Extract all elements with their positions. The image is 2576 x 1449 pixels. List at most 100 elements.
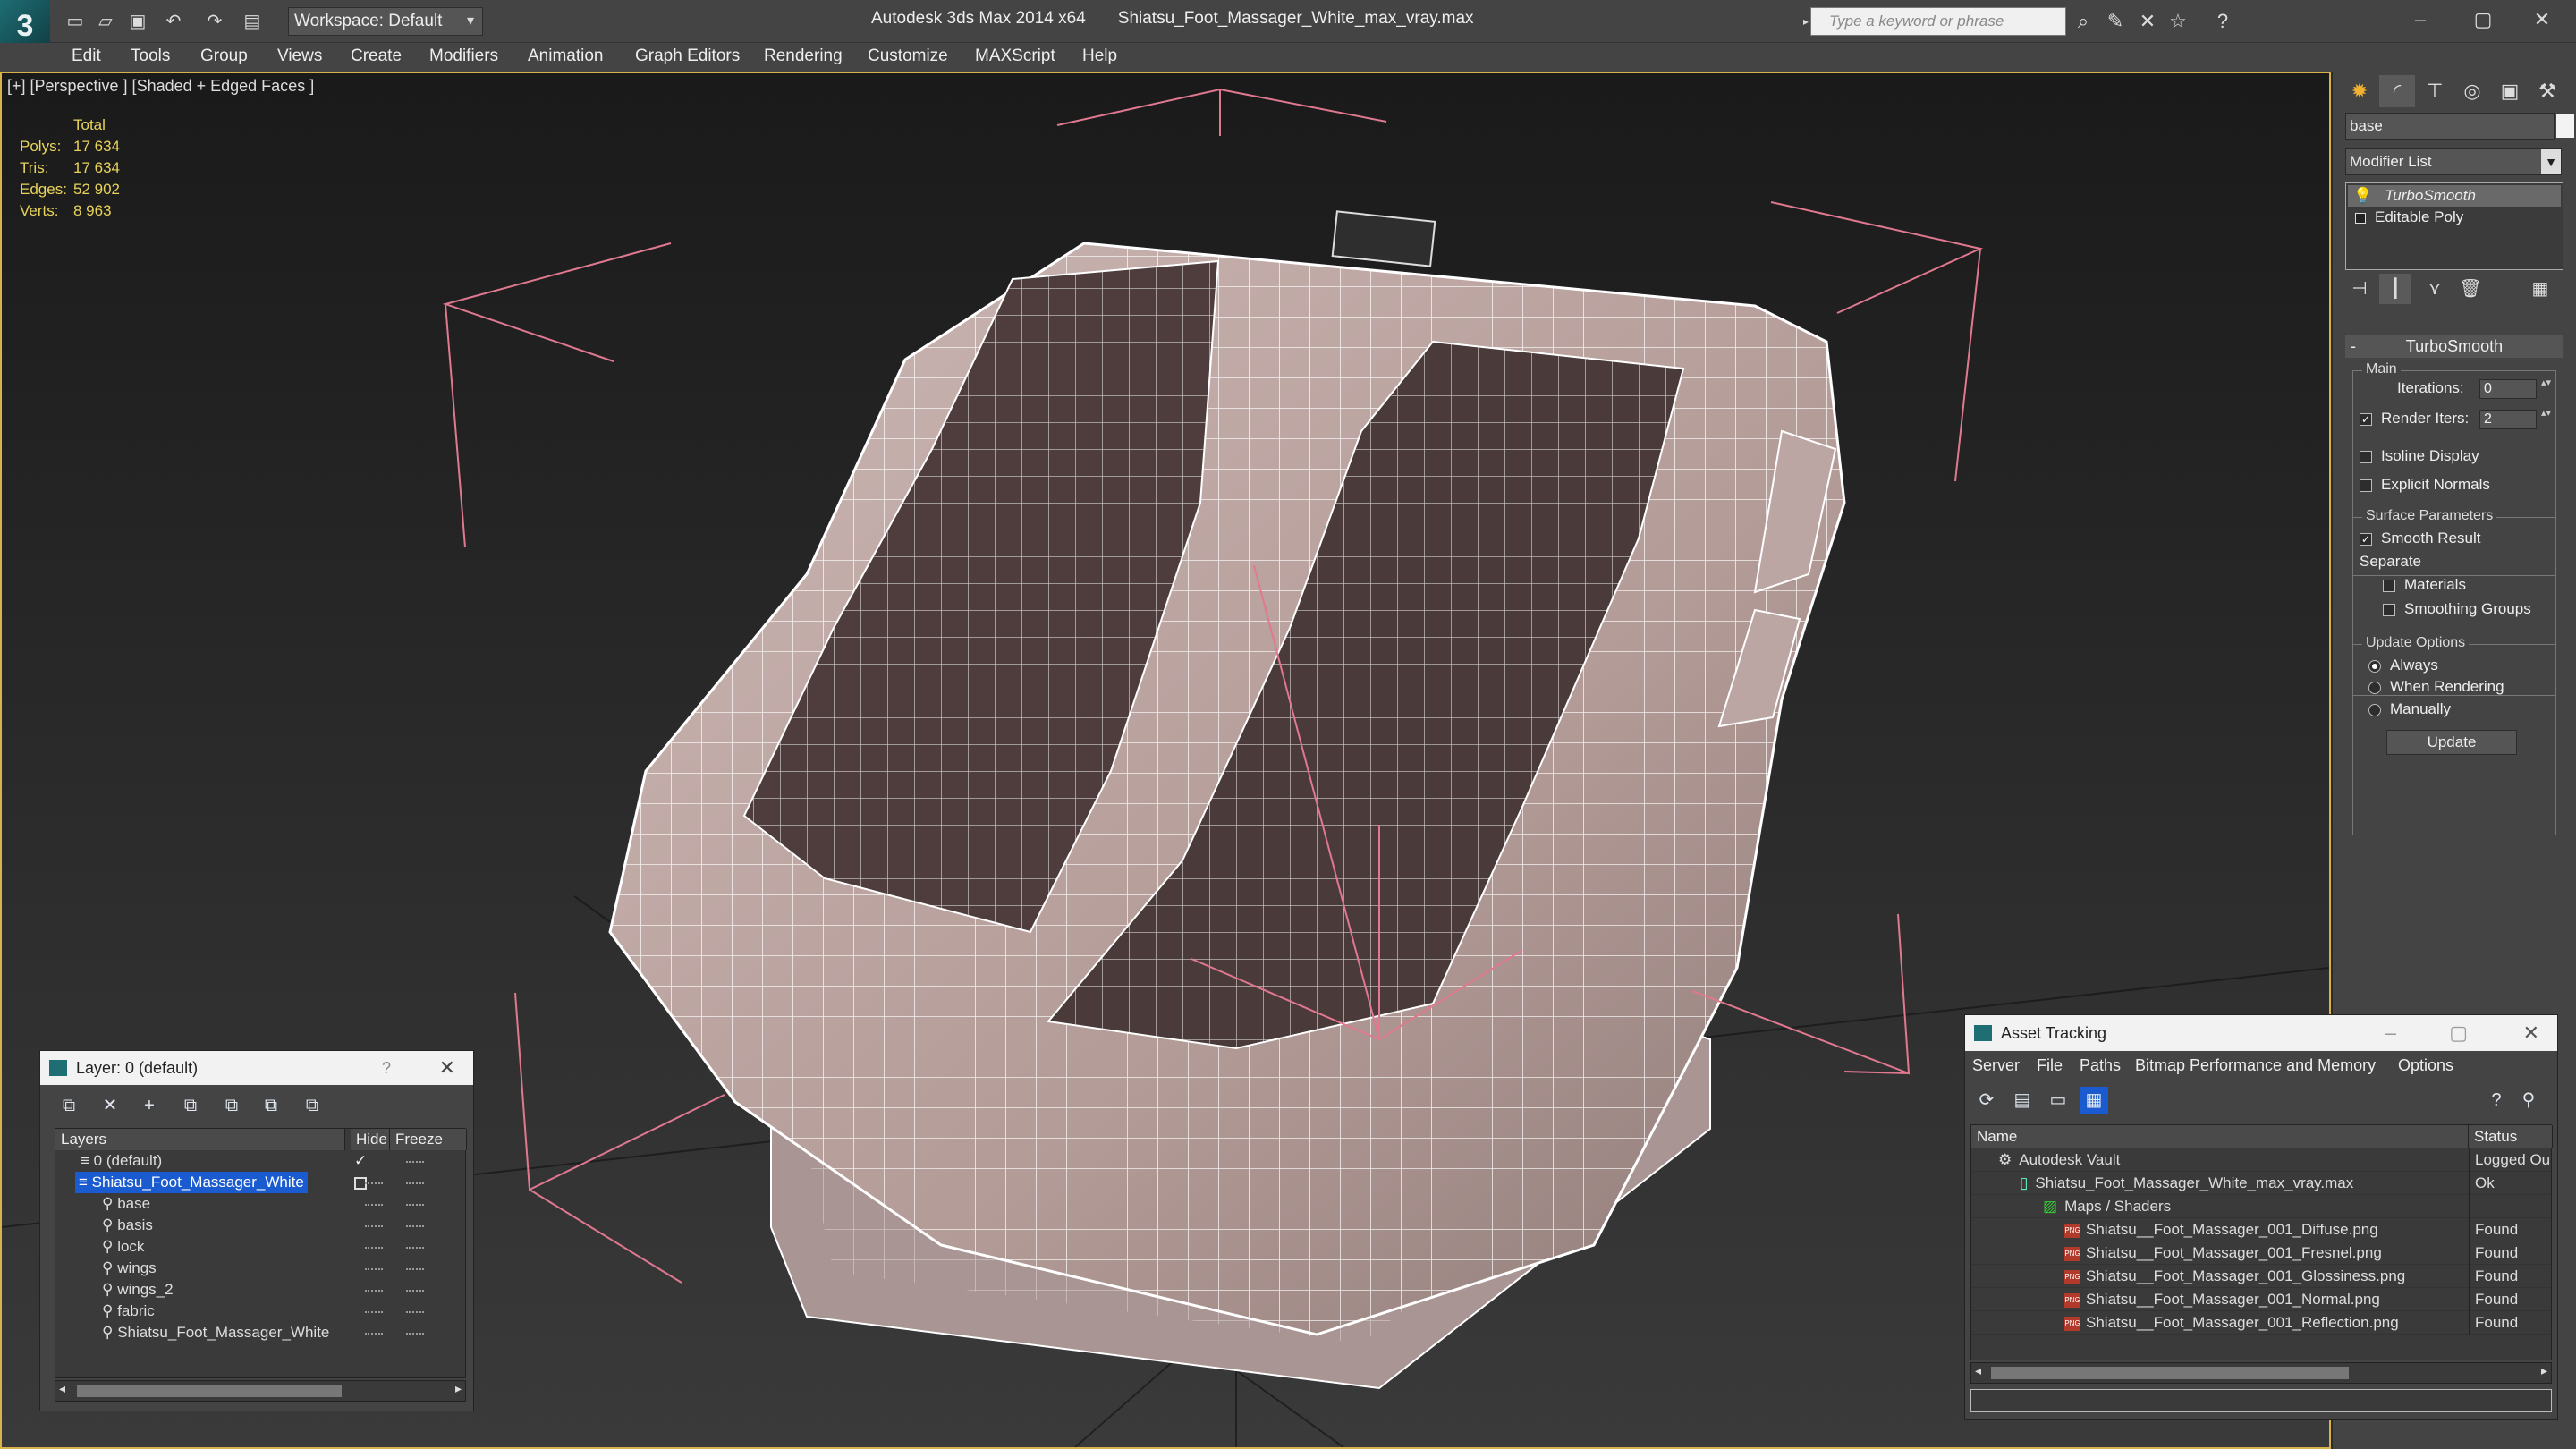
- freeze-toggle[interactable]: [406, 1247, 424, 1250]
- hide-toggle[interactable]: [365, 1333, 383, 1336]
- scroll-thumb[interactable]: [77, 1385, 342, 1397]
- help-icon[interactable]: ?: [2482, 1087, 2511, 1114]
- smooth-result-checkbox[interactable]: ✓ Smooth Result: [2360, 530, 2481, 547]
- checkbox[interactable]: [2383, 579, 2395, 592]
- object-row[interactable]: ⚲ base: [55, 1193, 465, 1215]
- column-layers[interactable]: Layers: [55, 1129, 345, 1150]
- chevron-right-icon[interactable]: ▸: [455, 1381, 462, 1396]
- menu-tools[interactable]: Tools: [131, 47, 170, 66]
- freeze-toggle[interactable]: [406, 1161, 424, 1165]
- hide-toggle[interactable]: [365, 1311, 383, 1315]
- menu-graph-editors[interactable]: Graph Editors: [635, 47, 740, 66]
- checkbox[interactable]: [2383, 603, 2395, 616]
- chevron-left-icon[interactable]: ◂: [1975, 1363, 1981, 1378]
- horizontal-scrollbar[interactable]: ◂ ▸: [55, 1380, 466, 1402]
- menu-modifiers[interactable]: Modifiers: [429, 47, 498, 66]
- stack-item-editable-poly[interactable]: Editable Poly: [2350, 207, 2463, 228]
- create-tab-icon[interactable]: ✹: [2342, 75, 2377, 107]
- radio[interactable]: [2368, 703, 2381, 716]
- asset-row[interactable]: ▯ Shiatsu_Foot_Massager_White_max_vray.ma…: [1971, 1172, 2551, 1195]
- object-row[interactable]: ⚲ fabric: [55, 1301, 465, 1322]
- add-to-layer-icon[interactable]: +: [133, 1092, 165, 1119]
- render-iters-spinner[interactable]: 2: [2479, 409, 2552, 429]
- menu-edit[interactable]: Edit: [72, 47, 101, 66]
- menu-maxscript[interactable]: MAXScript: [975, 47, 1055, 66]
- freeze-toggle[interactable]: [406, 1225, 424, 1229]
- asset-row[interactable]: PNG Shiatsu__Foot_Massager_001_Normal.png…: [1971, 1288, 2551, 1311]
- hide-all-icon[interactable]: ⧉: [255, 1092, 287, 1119]
- hide-toggle[interactable]: [365, 1182, 383, 1186]
- menu-bitmap-performance[interactable]: Bitmap Performance and Memory: [2135, 1056, 2376, 1075]
- column-status[interactable]: Status: [2469, 1125, 2553, 1148]
- pin-icon[interactable]: ⚲: [2514, 1087, 2543, 1114]
- asset-path-field[interactable]: [1970, 1389, 2552, 1412]
- asset-row[interactable]: PNG Shiatsu__Foot_Massager_001_Fresnel.pn…: [1971, 1241, 2551, 1265]
- materials-checkbox[interactable]: Materials: [2383, 576, 2466, 594]
- asset-row[interactable]: PNG Shiatsu__Foot_Massager_001_Reflection…: [1971, 1311, 2551, 1335]
- menu-options[interactable]: Options: [2398, 1056, 2453, 1075]
- freeze-toggle[interactable]: [406, 1311, 424, 1315]
- asset-dialog-title-bar[interactable]: Asset Tracking – ▢ ✕: [1965, 1015, 2557, 1051]
- expand-arrow-icon[interactable]: ▸: [1803, 7, 1810, 36]
- scroll-thumb[interactable]: [1991, 1367, 2349, 1379]
- menu-server[interactable]: Server: [1972, 1056, 2020, 1075]
- freeze-toggle[interactable]: [406, 1204, 424, 1208]
- asset-row[interactable]: PNG Shiatsu__Foot_Massager_001_Glossiness…: [1971, 1265, 2551, 1288]
- update-button[interactable]: Update: [2386, 730, 2517, 755]
- when-rendering-radio[interactable]: When Rendering: [2368, 678, 2504, 696]
- iterations-spinner[interactable]: 0: [2479, 378, 2552, 399]
- workspace-dropdown[interactable]: Workspace: Default: [288, 7, 483, 36]
- object-row[interactable]: ⚲ Shiatsu_Foot_Massager_White: [55, 1322, 465, 1343]
- undo-icon[interactable]: ↶: [161, 9, 186, 34]
- configure-sets-icon[interactable]: ▦: [2524, 274, 2556, 304]
- redo-icon[interactable]: ↷: [202, 9, 227, 34]
- menu-paths[interactable]: Paths: [2080, 1056, 2121, 1075]
- explicit-normals-checkbox[interactable]: Explicit Normals: [2360, 476, 2490, 494]
- menu-animation[interactable]: Animation: [528, 47, 604, 66]
- make-unique-icon[interactable]: ⋎: [2419, 274, 2451, 304]
- communication-icon[interactable]: ✕: [2134, 9, 2161, 34]
- hierarchy-tab-icon[interactable]: ⊤: [2417, 75, 2453, 107]
- freeze-toggle[interactable]: [406, 1182, 424, 1186]
- object-color-swatch[interactable]: [2556, 114, 2574, 138]
- table-view-icon[interactable]: ▦: [2080, 1087, 2108, 1114]
- hide-toggle[interactable]: [365, 1247, 383, 1250]
- menu-create[interactable]: Create: [351, 47, 402, 66]
- star-icon[interactable]: ☆: [2165, 9, 2191, 34]
- menu-help[interactable]: Help: [1082, 47, 1117, 66]
- modifier-list-dropdown[interactable]: Modifier List ▼: [2345, 148, 2562, 175]
- menu-file[interactable]: File: [2037, 1056, 2063, 1075]
- stack-item-turbosmooth[interactable]: 💡 TurboSmooth: [2348, 185, 2561, 207]
- minimize-icon[interactable]: –: [2394, 4, 2447, 36]
- create-layer-icon[interactable]: ⧉: [53, 1092, 85, 1119]
- freeze-toggle[interactable]: [406, 1268, 424, 1272]
- hide-toggle[interactable]: [365, 1225, 383, 1229]
- always-radio[interactable]: Always: [2368, 657, 2438, 674]
- render-iters-checkbox[interactable]: ✓ Render Iters:: [2360, 410, 2469, 428]
- radio[interactable]: [2368, 681, 2381, 694]
- project-folder-icon[interactable]: ▤: [240, 9, 265, 34]
- lightbulb-icon[interactable]: 💡: [2353, 187, 2372, 204]
- expand-box-icon[interactable]: [2355, 212, 2366, 224]
- refresh-icon[interactable]: ⟳: [1972, 1087, 2001, 1114]
- close-icon[interactable]: ✕: [439, 1051, 455, 1085]
- search-input[interactable]: Type a keyword or phrase: [1810, 7, 2066, 36]
- highlight-layer-icon[interactable]: ⧉: [216, 1092, 248, 1119]
- save-icon[interactable]: ▣: [125, 9, 150, 34]
- freeze-toggle[interactable]: [406, 1333, 424, 1336]
- manually-radio[interactable]: Manually: [2368, 700, 2451, 718]
- chevron-right-icon[interactable]: ▸: [2541, 1363, 2547, 1378]
- menu-customize[interactable]: Customize: [868, 47, 948, 66]
- display-tab-icon[interactable]: ▣: [2492, 75, 2528, 107]
- object-row[interactable]: ⚲ basis: [55, 1215, 465, 1236]
- radio-selected[interactable]: [2368, 659, 2381, 673]
- hide-toggle[interactable]: [365, 1290, 383, 1293]
- menu-rendering[interactable]: Rendering: [764, 47, 843, 66]
- menu-group[interactable]: Group: [200, 47, 248, 66]
- minimize-icon[interactable]: –: [2385, 1015, 2396, 1051]
- checkbox-checked[interactable]: ✓: [2360, 532, 2372, 546]
- maximize-icon[interactable]: ▢: [2449, 1015, 2468, 1051]
- remove-modifier-icon[interactable]: 🗑: [2454, 274, 2487, 304]
- delete-layer-icon[interactable]: ✕: [94, 1092, 126, 1119]
- hide-toggle[interactable]: [365, 1204, 383, 1208]
